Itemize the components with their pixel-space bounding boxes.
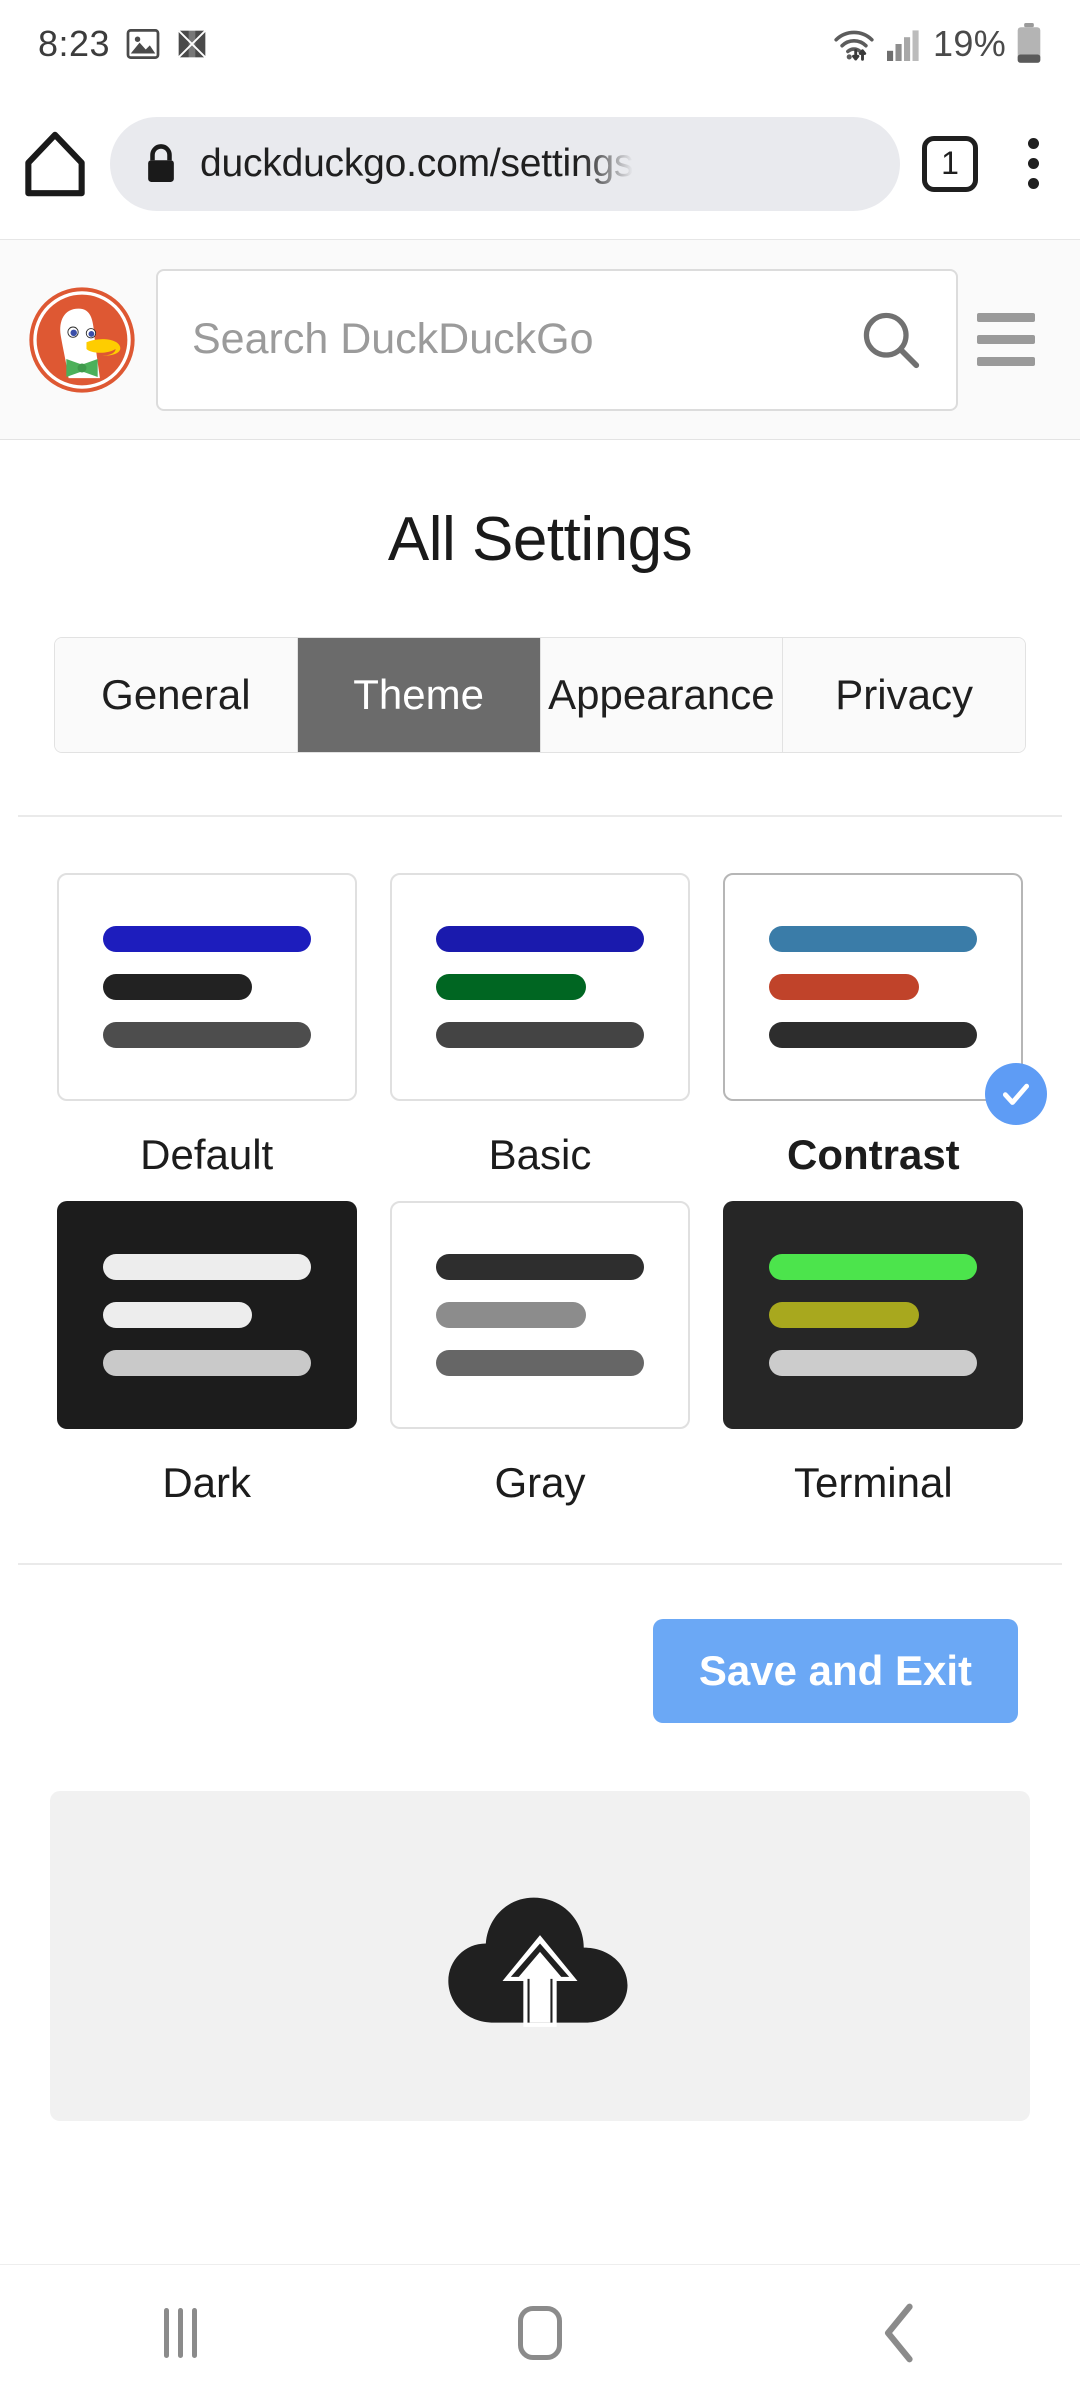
- kebab-dot: [1027, 158, 1039, 169]
- hamburger-line: [977, 357, 1035, 366]
- theme-preview-gray[interactable]: [389, 1201, 690, 1429]
- theme-preview-bar: [769, 974, 920, 1000]
- theme-preview-bar: [435, 926, 644, 952]
- home-square-icon: [518, 2305, 562, 2360]
- theme-option-basic[interactable]: Basic: [373, 873, 706, 1179]
- phone-screen: 8:23 19% duckduckgo.com/settings 1 Searc…: [0, 0, 1080, 2400]
- theme-preview-terminal[interactable]: [723, 1201, 1024, 1429]
- image-icon: [126, 29, 160, 59]
- theme-preview-bar: [435, 1302, 586, 1328]
- nav-recents-button[interactable]: [80, 2265, 280, 2400]
- theme-preview-basic[interactable]: [389, 873, 690, 1101]
- theme-options-grid: Default Basic Contrast Dark Gray Terminal: [0, 817, 1080, 1507]
- theme-preview-bar: [102, 1302, 253, 1328]
- theme-preview-bar: [102, 926, 311, 952]
- theme-preview-default[interactable]: [56, 873, 357, 1101]
- status-bar-right: 19%: [833, 23, 1042, 65]
- tab-count-button[interactable]: 1: [922, 135, 978, 192]
- url-bar[interactable]: duckduckgo.com/settings: [110, 116, 900, 211]
- status-bar: 8:23 19%: [0, 0, 1080, 88]
- home-button[interactable]: [0, 131, 110, 197]
- search-icon[interactable]: [860, 309, 922, 371]
- tab-general[interactable]: General: [55, 638, 298, 752]
- check-circle-icon: [985, 1063, 1048, 1125]
- cloud-upload-icon: [448, 1897, 628, 2027]
- puzzle-icon: [178, 28, 207, 60]
- upload-panel[interactable]: [50, 1791, 1030, 2121]
- settings-page: All Settings General Theme Appearance Pr…: [0, 440, 1080, 2121]
- theme-preview-bar: [102, 1350, 311, 1376]
- theme-preview-bar: [769, 1254, 978, 1280]
- duckduckgo-site-header: [0, 240, 1080, 440]
- wifi-icon: [834, 30, 874, 61]
- theme-option-default[interactable]: Default: [40, 873, 373, 1179]
- page-title: All Settings: [387, 505, 693, 574]
- theme-preview-bar: [435, 974, 586, 1000]
- duckduckgo-logo-icon[interactable]: [26, 284, 138, 396]
- kebab-dot: [1027, 138, 1039, 149]
- theme-option-dark[interactable]: Dark: [40, 1201, 373, 1507]
- theme-label: Terminal: [793, 1459, 953, 1506]
- theme-preview-bar: [435, 1254, 644, 1280]
- site-search-box[interactable]: [156, 268, 958, 411]
- theme-label: Default: [140, 1131, 274, 1178]
- hamburger-line: [977, 313, 1035, 322]
- theme-option-contrast[interactable]: Contrast: [707, 873, 1048, 1179]
- theme-label: Basic: [488, 1131, 592, 1178]
- search-input[interactable]: [192, 315, 860, 364]
- status-bar-clock: 8:23: [38, 23, 111, 64]
- nav-home-button[interactable]: [440, 2265, 640, 2400]
- save-row: Save and Exit: [0, 1565, 1080, 1723]
- lock-icon: [148, 143, 174, 182]
- theme-preview-bar: [435, 1350, 644, 1376]
- recents-icon: [163, 2307, 197, 2358]
- home-icon: [25, 131, 85, 196]
- theme-preview-bar: [102, 1254, 311, 1280]
- back-chevron-icon: [884, 2303, 913, 2362]
- browser-toolbar: duckduckgo.com/settings 1: [0, 88, 1080, 240]
- theme-preview-bar: [435, 1022, 644, 1048]
- tab-theme[interactable]: Theme: [297, 638, 541, 752]
- theme-preview-bar: [102, 974, 253, 1000]
- theme-preview-bar: [102, 1022, 311, 1048]
- theme-preview-contrast[interactable]: [723, 873, 1048, 1125]
- battery-percent-label: 19%: [933, 23, 1006, 64]
- theme-label: Contrast: [786, 1131, 960, 1178]
- theme-preview-bar: [769, 1302, 920, 1328]
- theme-option-gray[interactable]: Gray: [373, 1201, 706, 1507]
- kebab-dot: [1027, 178, 1039, 189]
- android-nav-bar: [0, 2264, 1080, 2400]
- save-and-exit-button[interactable]: Save and Exit: [652, 1619, 1018, 1723]
- theme-option-terminal[interactable]: Terminal: [707, 1201, 1040, 1507]
- status-bar-left: 8:23: [38, 23, 208, 65]
- url-text: duckduckgo.com/settings: [200, 141, 634, 185]
- nav-back-button[interactable]: [800, 2265, 1000, 2400]
- theme-preview-bar: [769, 926, 978, 952]
- site-menu-button[interactable]: [958, 313, 1054, 366]
- theme-preview-bar: [769, 1350, 978, 1376]
- theme-label: Gray: [494, 1459, 586, 1506]
- theme-preview-bar: [769, 1022, 978, 1048]
- theme-preview-dark[interactable]: [56, 1201, 357, 1429]
- cellular-signal-icon: [887, 30, 919, 61]
- hamburger-line: [977, 335, 1035, 344]
- theme-label: Dark: [162, 1459, 251, 1506]
- battery-icon: [1017, 23, 1041, 63]
- tab-privacy[interactable]: Privacy: [783, 638, 1025, 752]
- tab-appearance[interactable]: Appearance: [540, 638, 784, 752]
- settings-tabs: General Theme Appearance Privacy: [54, 637, 1026, 753]
- browser-menu-button[interactable]: [1004, 138, 1062, 189]
